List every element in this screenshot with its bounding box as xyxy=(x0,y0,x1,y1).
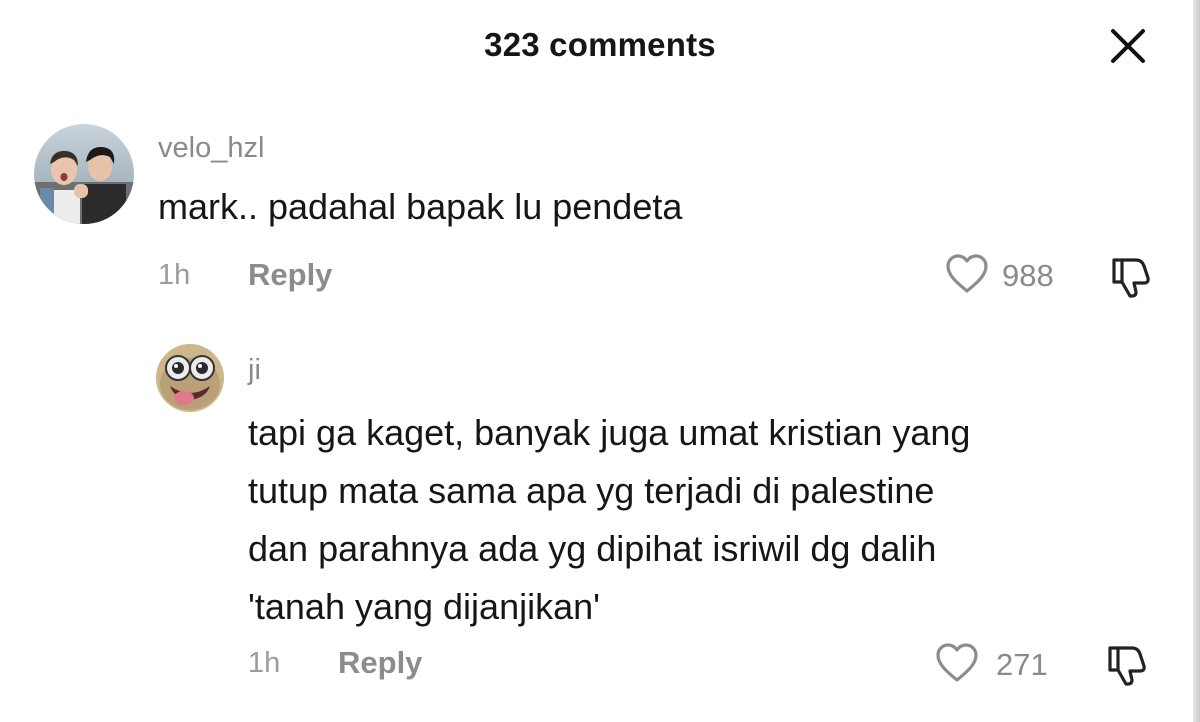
comment-text: tapi ga kaget, banyak juga umat kristian… xyxy=(248,404,970,636)
page-title: 323 comments xyxy=(484,26,716,63)
scrollbar-edge xyxy=(1193,0,1200,722)
avatar[interactable] xyxy=(156,344,224,412)
close-icon xyxy=(1111,29,1145,63)
comment-line: 'tanah yang dijanjikan' xyxy=(248,586,601,627)
comment-line: mark.. padahal bapak lu pendeta xyxy=(158,186,683,227)
comment-line: tapi ga kaget, banyak juga umat kristian… xyxy=(248,412,971,453)
avatar[interactable] xyxy=(34,124,134,224)
comment-time: 1h xyxy=(248,647,281,679)
comment-text: mark.. padahal bapak lu pendeta xyxy=(158,178,682,236)
reply-button[interactable]: Reply xyxy=(338,645,422,681)
heart-icon[interactable] xyxy=(944,252,990,296)
thumbs-down-icon[interactable] xyxy=(1106,252,1154,300)
username[interactable]: ji xyxy=(248,354,261,387)
close-button[interactable] xyxy=(1108,26,1148,66)
reply-button[interactable]: Reply xyxy=(248,257,332,293)
comment-line: dan parahnya ada yg dipihat isriwil dg d… xyxy=(248,528,937,569)
like-count: 988 xyxy=(1002,258,1054,293)
thumbs-down-icon[interactable] xyxy=(1102,640,1150,688)
username[interactable]: velo_hzl xyxy=(158,132,264,165)
heart-icon[interactable] xyxy=(934,641,980,685)
like-count: 271 xyxy=(996,647,1048,682)
comment-line: tutup mata sama apa yg terjadi di palest… xyxy=(248,470,935,511)
comment-time: 1h xyxy=(158,259,191,291)
